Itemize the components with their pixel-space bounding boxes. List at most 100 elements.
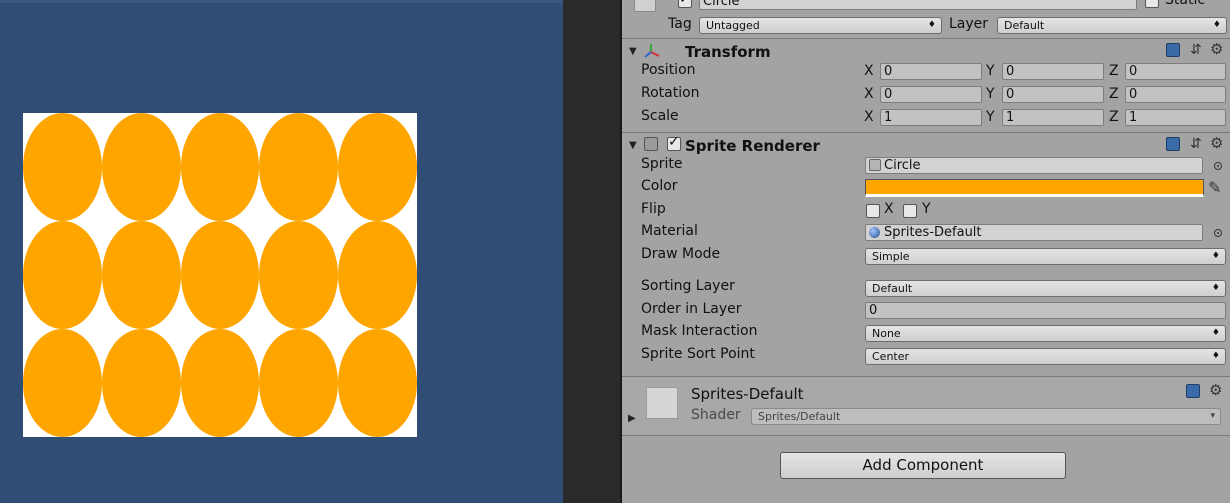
scene-view[interactable] — [0, 0, 563, 503]
scene-view-top-border — [0, 0, 563, 3]
transform-axes-icon — [643, 43, 661, 59]
sprite-renderer-title[interactable]: Sprite Renderer — [685, 137, 820, 155]
orange-circle-sprite — [259, 113, 339, 221]
gameobject-name-field[interactable]: Circle — [699, 0, 1137, 10]
chevron-updown-icon: ♦ — [1211, 328, 1220, 338]
scale-z-field[interactable]: 1 — [1125, 109, 1226, 126]
static-checkbox[interactable] — [1145, 0, 1159, 8]
gear-icon[interactable]: ⚙ — [1210, 40, 1223, 58]
axis-z-label[interactable]: Z — [1109, 63, 1119, 79]
mask-interaction-label: Mask Interaction — [641, 323, 758, 339]
separator — [622, 38, 1230, 39]
axis-x-label[interactable]: X — [864, 63, 874, 79]
sprite-sort-point-dropdown[interactable]: Center ♦ — [865, 348, 1226, 365]
sprite-value: Circle — [884, 158, 921, 173]
object-picker-icon[interactable] — [1214, 229, 1222, 237]
sprite-sort-point-label: Sprite Sort Point — [641, 346, 755, 362]
panel-divider — [563, 0, 620, 503]
mask-interaction-dropdown[interactable]: None ♦ — [865, 325, 1226, 342]
orange-circle-sprite — [101, 221, 181, 329]
axis-y-label[interactable]: Y — [986, 86, 995, 102]
orange-circle-sprite — [23, 221, 102, 329]
orange-circle-sprite — [338, 113, 417, 221]
material-section: Sprites-Default Shader Sprites/Default ▾… — [622, 377, 1230, 435]
sprite-renderer-foldout-arrow[interactable]: ▼ — [629, 140, 637, 151]
orange-circle-sprite — [23, 329, 102, 437]
sprite-asset-icon — [869, 159, 881, 171]
flip-y-checkbox[interactable] — [903, 204, 917, 218]
material-object-field[interactable]: Sprites-Default — [865, 224, 1203, 241]
axis-y-label[interactable]: Y — [986, 63, 995, 79]
transform-foldout-arrow[interactable]: ▼ — [629, 46, 637, 57]
sprite-sort-point-value: Center — [872, 350, 910, 363]
orange-circle-sprite — [180, 221, 260, 329]
shader-dropdown[interactable]: Sprites/Default ▾ — [751, 408, 1221, 425]
orange-circle-sprite — [338, 329, 417, 437]
rotation-x-field[interactable]: 0 — [880, 86, 982, 103]
sorting-layer-dropdown[interactable]: Default ♦ — [865, 280, 1226, 297]
draw-mode-dropdown[interactable]: Simple ♦ — [865, 248, 1226, 265]
sprite-label: Sprite — [641, 156, 683, 172]
layer-label: Layer — [949, 16, 989, 32]
shader-value: Sprites/Default — [758, 410, 841, 423]
tag-dropdown[interactable]: Untagged ♦ — [699, 17, 942, 34]
orange-circle-sprite — [259, 221, 339, 329]
sprite-renderer-enabled-checkbox[interactable] — [667, 134, 681, 151]
chevron-updown-icon: ♦ — [1211, 283, 1220, 293]
tag-label: Tag — [668, 16, 692, 32]
orange-circle-sprite — [23, 113, 102, 221]
chevron-updown-icon: ♦ — [1211, 251, 1220, 261]
axis-x-label[interactable]: X — [864, 86, 874, 102]
rotation-z-field[interactable]: 0 — [1125, 86, 1226, 103]
eyedropper-icon[interactable]: ✎ — [1208, 178, 1221, 197]
gameobject-active-checkbox[interactable] — [678, 0, 692, 8]
gameobject-cube-icon — [634, 0, 656, 12]
static-label: Static — [1165, 0, 1206, 8]
help-book-icon[interactable] — [1186, 384, 1200, 398]
separator — [622, 132, 1230, 133]
orange-circle-sprite — [180, 113, 260, 221]
order-in-layer-field[interactable]: 0 — [865, 302, 1226, 319]
flip-x-label: X — [884, 201, 894, 217]
object-picker-icon[interactable] — [1214, 162, 1222, 170]
axis-x-label[interactable]: X — [864, 109, 874, 125]
position-x-field[interactable]: 0 — [880, 63, 982, 80]
position-y-field[interactable]: 0 — [1002, 63, 1104, 80]
preset-sliders-icon[interactable]: ⇵ — [1190, 42, 1202, 58]
material-foldout-arrow[interactable]: ▶ — [628, 413, 636, 424]
add-component-button[interactable]: Add Component — [780, 452, 1066, 479]
inspector-panel: Circle Static Tag Untagged ♦ Layer Defau… — [620, 0, 1230, 503]
order-in-layer-label: Order in Layer — [641, 301, 742, 317]
flip-x-checkbox[interactable] — [866, 204, 880, 218]
axis-z-label[interactable]: Z — [1109, 109, 1119, 125]
scale-y-field[interactable]: 1 — [1002, 109, 1104, 126]
transform-row-label: Position — [641, 62, 696, 78]
sprite-object-field[interactable]: Circle — [865, 157, 1203, 174]
orange-circle-sprite — [259, 329, 339, 437]
transform-row-label: Scale — [641, 108, 679, 124]
material-preview-thumbnail — [646, 387, 678, 419]
color-swatch[interactable] — [865, 179, 1204, 197]
chevron-updown-icon: ♦ — [1212, 20, 1221, 30]
gear-icon[interactable]: ⚙ — [1210, 134, 1223, 152]
flip-label: Flip — [641, 201, 666, 217]
preset-sliders-icon[interactable]: ⇵ — [1190, 136, 1202, 152]
draw-mode-label: Draw Mode — [641, 246, 721, 262]
chevron-updown-icon: ♦ — [927, 20, 936, 30]
help-book-icon[interactable] — [1166, 43, 1180, 57]
position-z-field[interactable]: 0 — [1125, 63, 1226, 80]
transform-title[interactable]: Transform — [685, 43, 771, 61]
material-label: Material — [641, 223, 698, 239]
orange-circle-sprite — [338, 221, 417, 329]
color-label: Color — [641, 178, 678, 194]
axis-z-label[interactable]: Z — [1109, 86, 1119, 102]
orange-circle-sprite — [101, 113, 181, 221]
rotation-y-field[interactable]: 0 — [1002, 86, 1104, 103]
layer-dropdown[interactable]: Default ♦ — [997, 17, 1227, 34]
axis-y-label[interactable]: Y — [986, 109, 995, 125]
sprite-renderer-icon — [644, 137, 658, 151]
tag-dropdown-value: Untagged — [706, 19, 760, 32]
help-book-icon[interactable] — [1166, 137, 1180, 151]
scale-x-field[interactable]: 1 — [880, 109, 982, 126]
gear-icon[interactable]: ⚙ — [1209, 381, 1222, 399]
